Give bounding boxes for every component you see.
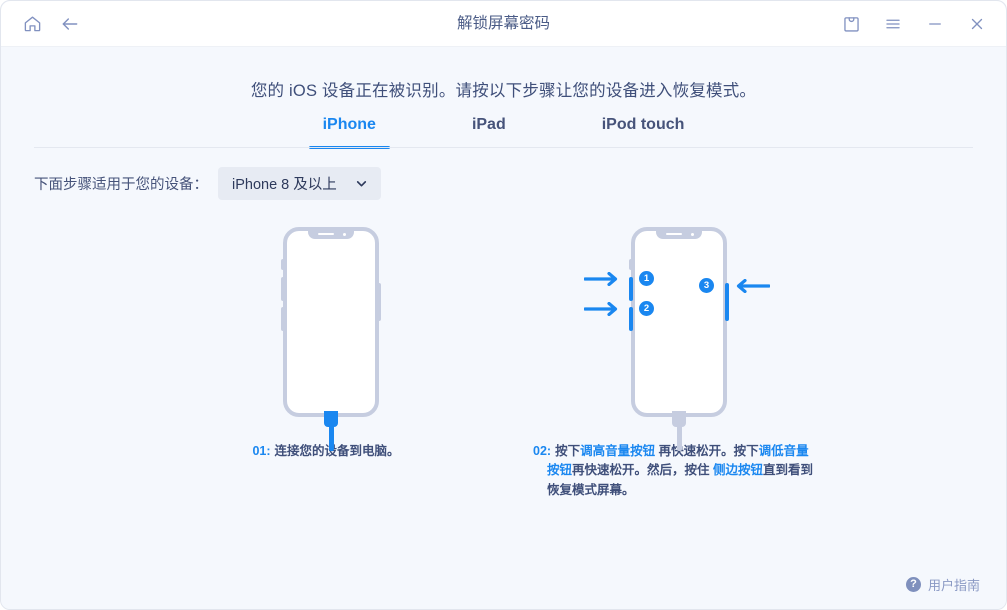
titlebar-left-controls — [1, 13, 81, 35]
tab-ipod-touch[interactable]: iPod touch — [596, 115, 691, 149]
notch — [656, 230, 702, 239]
hamburger-menu-icon[interactable] — [882, 13, 904, 35]
steps-container: 01: 连接您的设备到电脑。 1 2 3 02: 按下调高音量按钮 再快速松开。… — [1, 222, 1006, 542]
step-1-number: 01: — [252, 444, 271, 458]
device-model-value: iPhone 8 及以上 — [232, 177, 337, 193]
tabs-divider — [34, 147, 973, 148]
step-2-part-1: 调高音量按钮 — [580, 444, 656, 458]
device-tabs: iPhone iPad iPod touch — [1, 115, 1006, 149]
volume-up-button-highlighted — [629, 277, 633, 301]
cable-plug — [324, 411, 338, 427]
tab-iphone[interactable]: iPhone — [308, 115, 391, 149]
step-2-illustration: 1 2 3 — [521, 222, 841, 451]
step-badge-1: 1 — [639, 271, 654, 286]
step-2-number: 02: — [533, 444, 552, 458]
step-badge-2: 2 — [639, 301, 654, 316]
device-model-dropdown[interactable]: iPhone 8 及以上 — [218, 167, 381, 200]
minimize-icon[interactable] — [924, 13, 946, 35]
device-model-label: 下面步骤适用于您的设备： — [34, 177, 208, 193]
notch — [308, 230, 354, 239]
volume-down-button — [281, 307, 285, 331]
step-2-part-2: 再快速松开。按下 — [655, 444, 759, 458]
iphone-outline-step2 — [629, 227, 729, 451]
user-guide-link[interactable]: ? 用户指南 — [905, 575, 980, 594]
title-bar: 解锁屏幕密码 — [1, 1, 1006, 47]
lightning-cable-connected — [324, 411, 338, 451]
side-button-highlighted — [725, 283, 729, 321]
side-button — [377, 283, 381, 321]
cable-wire — [328, 427, 334, 451]
step-2: 1 2 3 02: 按下调高音量按钮 再快速松开。按下调低音量按钮再快速松开。然后… — [521, 222, 841, 500]
step-badge-3: 3 — [699, 278, 714, 293]
mute-switch — [281, 259, 285, 270]
step-2-part-0: 按下 — [555, 444, 581, 458]
iphone-outline-step1 — [281, 227, 381, 451]
device-tabs-container: iPhone iPad iPod touch — [1, 115, 1006, 149]
cable-plug — [672, 411, 686, 427]
tab-ipad[interactable]: iPad — [466, 115, 512, 149]
arrow-right-volume-down-icon — [583, 301, 620, 321]
cable-wire — [676, 427, 682, 451]
volume-down-button-highlighted — [629, 307, 633, 331]
volume-up-button — [281, 277, 285, 301]
instruction-headline: 您的 iOS 设备正在被识别。请按以下步骤让您的设备进入恢复模式。 — [250, 82, 757, 100]
chevron-down-icon — [355, 177, 369, 191]
app-window: 解锁屏幕密码 您的 iOS 设备正在被识别。请按以下步骤让您的设备进入恢复模式。… — [0, 0, 1007, 610]
titlebar-right-controls — [840, 1, 988, 46]
step-2-part-5: 侧边按钮 — [713, 463, 764, 478]
mute-switch — [629, 259, 633, 270]
close-icon[interactable] — [966, 13, 988, 35]
arrow-left-side-button-icon — [734, 278, 771, 298]
question-mark-icon: ? — [905, 577, 921, 592]
device-model-selector-row: 下面步骤适用于您的设备： iPhone 8 及以上 — [1, 149, 1006, 200]
step-2-part-4: 再快速松开。然后，按住 — [572, 463, 713, 478]
user-guide-label: 用户指南 — [927, 578, 980, 593]
home-icon[interactable] — [21, 13, 43, 35]
shopping-bag-icon[interactable] — [840, 13, 862, 35]
main-content: 您的 iOS 设备正在被识别。请按以下步骤让您的设备进入恢复模式。 iPhone… — [1, 47, 1006, 609]
step-1: 01: 连接您的设备到电脑。 — [176, 222, 476, 461]
back-arrow-icon[interactable] — [59, 13, 81, 35]
step-1-illustration — [176, 222, 476, 451]
lightning-cable — [672, 411, 686, 451]
arrow-right-volume-up-icon — [583, 271, 620, 291]
